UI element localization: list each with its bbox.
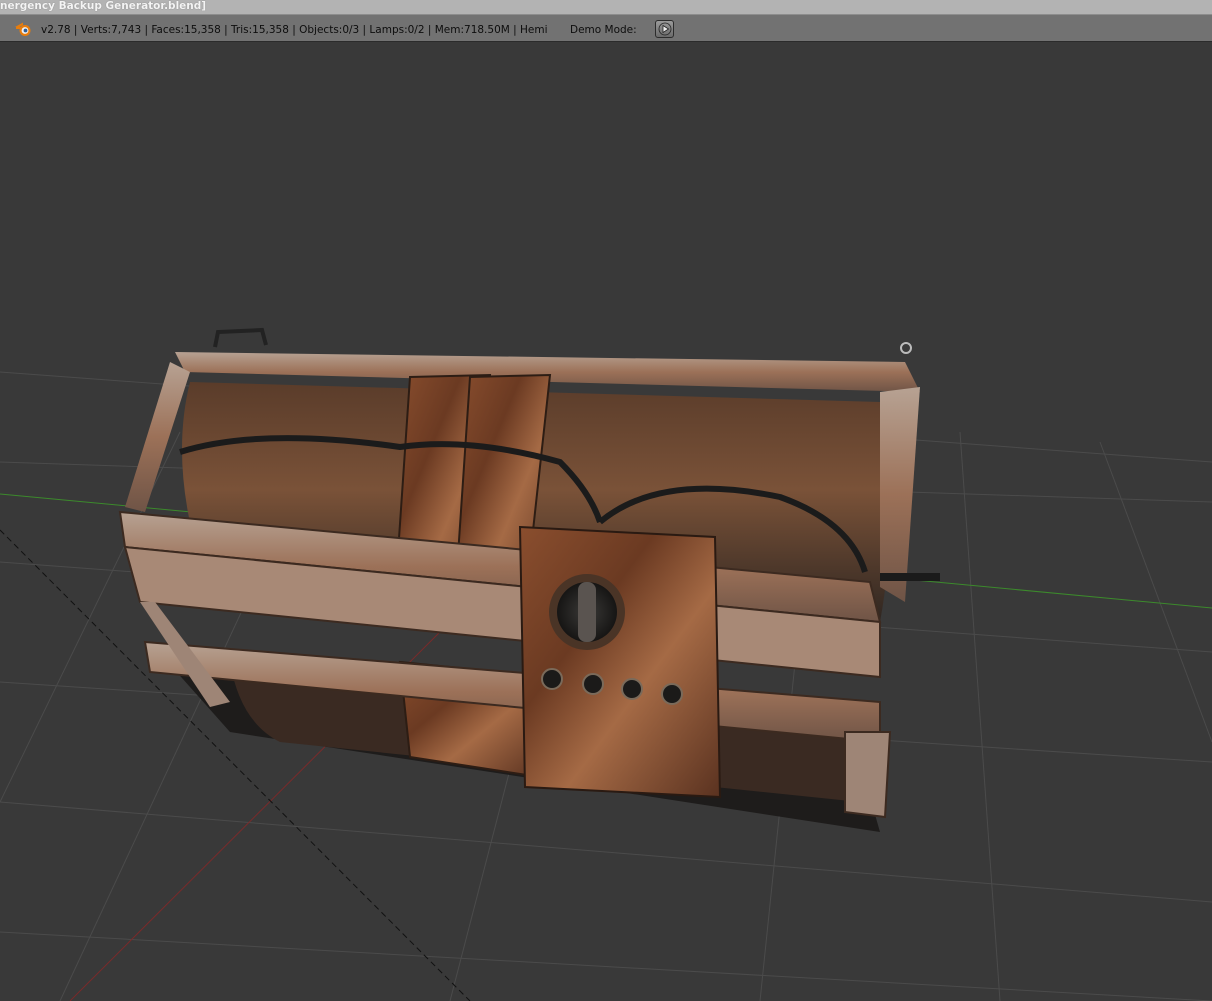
demo-mode-play-button[interactable] xyxy=(655,20,674,38)
play-icon xyxy=(658,22,672,36)
viewport-canvas xyxy=(0,327,1212,1001)
3d-viewport[interactable] xyxy=(0,42,1212,1001)
scene-statistics: v2.78 | Verts:7,743 | Faces:15,358 | Tri… xyxy=(41,24,548,36)
info-header-bar: v2.78 | Verts:7,743 | Faces:15,358 | Tri… xyxy=(0,15,1212,42)
window-title: nergency Backup Generator.blend] xyxy=(0,0,207,12)
window-titlebar: nergency Backup Generator.blend] xyxy=(0,0,1212,15)
demo-mode-label: Demo Mode: xyxy=(570,24,637,36)
generator-model xyxy=(118,327,940,832)
blender-logo-icon[interactable] xyxy=(14,21,32,37)
